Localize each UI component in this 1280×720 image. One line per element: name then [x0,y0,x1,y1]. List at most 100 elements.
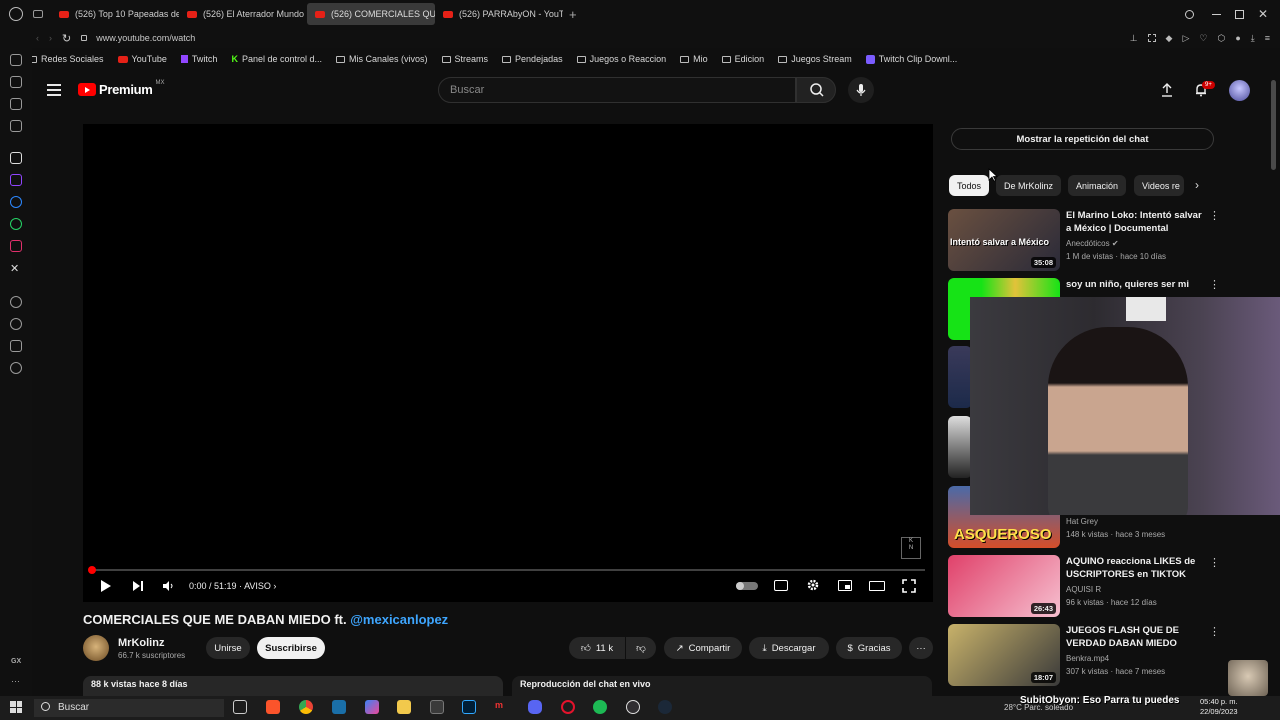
minimize-button[interactable] [1211,13,1221,15]
close-window-button[interactable]: ✕ [1258,7,1268,21]
bookmark-juegos-stream[interactable]: Juegos Stream [778,54,852,64]
bookmark-mis-canales[interactable]: Mis Canales (vivos) [336,54,428,64]
bookmark-youtube[interactable]: YouTube [117,54,167,64]
chip-videos-relacionados[interactable]: Videos re [1134,175,1184,196]
vegas-icon[interactable] [332,700,346,714]
mention-link[interactable]: @mexicanlopez [350,612,448,627]
like-button[interactable]: 👍︎ 11 k [569,637,625,659]
chrome-icon[interactable] [299,700,313,714]
settings-button[interactable] [806,578,820,592]
reload-icon[interactable]: ↻ [62,32,71,45]
steam-icon[interactable] [658,700,672,714]
recommendation-menu-icon[interactable]: ⋮ [1209,625,1220,638]
search-button[interactable] [796,77,836,103]
browser-menu-icon[interactable]: ≡ [1265,33,1270,43]
recommendation-title[interactable]: El Marino Loko: Intentó salvar a México … [1066,209,1202,235]
tab-3-active[interactable]: (526) COMERCIALES QU [307,3,435,25]
tab-2[interactable]: (526) El Aterrador Mundo [179,3,307,25]
join-button[interactable]: Unirse [206,637,250,659]
recommendation-menu-icon[interactable]: ⋮ [1209,209,1220,222]
recommendation-title[interactable]: soy un niño, quieres ser mi amigo? [1066,278,1202,291]
url-field[interactable]: www.youtube.com/watch [96,33,195,43]
tab-4[interactable]: (526) PARRAbyON - YouT [435,3,563,25]
player-icon[interactable]: ▷ [1182,33,1189,44]
recommendation-thumbnail[interactable]: Intentó salvar a México 35:08 [948,209,1060,271]
pin-icon[interactable]: ⊥ [1130,33,1138,44]
channel-watermark[interactable]: KN [901,537,921,559]
chip-animacion[interactable]: Animación [1068,175,1127,196]
recommendation-title[interactable]: JUEGOS FLASH QUE DE VERDAD DABAN MIEDO [1066,624,1202,650]
copilot-icon[interactable] [365,700,379,714]
recommendation-thumbnail[interactable] [948,416,972,478]
recommendation-menu-icon[interactable]: ⋮ [1209,556,1220,569]
bookmark-pendejadas[interactable]: Pendejadas [502,54,563,64]
fullscreen-button[interactable] [902,579,916,593]
show-chat-replay-button[interactable]: Mostrar la repetición del chat [951,128,1214,150]
gx-control-icon[interactable] [10,76,22,88]
live-chat-replay-box[interactable]: Reproducción del chat en vivo [512,676,932,698]
bookmark-mio[interactable]: Mio [680,54,708,64]
player-sidebar-icon[interactable] [10,296,22,308]
opera-gx-taskbar-icon[interactable] [561,700,575,714]
windows-start-icon[interactable] [10,701,22,713]
brave-icon[interactable] [266,700,280,714]
channel-avatar[interactable] [83,635,109,661]
autoplay-toggle[interactable] [736,582,758,590]
description-box[interactable]: 88 k vistas hace 8 días [83,676,503,698]
twitch-sidebar-icon[interactable] [10,174,22,186]
task-view-icon[interactable] [233,700,247,714]
share-button[interactable]: ↗ Compartir [664,637,742,659]
recommendation-thumbnail[interactable]: 18:07 [948,624,1060,686]
thanks-button[interactable]: $ Gracias [836,637,902,659]
discord-icon[interactable] [528,700,542,714]
miniplayer-button[interactable] [838,580,852,591]
theater-mode-button[interactable] [869,581,885,591]
back-icon[interactable]: ‹ [36,33,39,43]
progress-bar[interactable] [91,569,925,571]
shield-icon[interactable]: ◆ [1166,33,1173,44]
volume-button[interactable] [162,580,174,592]
youtube-premium-logo[interactable]: Premium MX [78,80,165,97]
maximize-button[interactable] [1234,9,1244,19]
recommendation-thumbnail[interactable] [948,346,972,408]
bookmark-redes-sociales[interactable]: Redes Sociales [28,54,104,64]
aria-icon[interactable] [10,152,22,164]
settings-gear-icon[interactable] [10,362,22,374]
voice-search-button[interactable] [848,77,874,103]
messenger-icon[interactable] [10,196,22,208]
bookmark-twitch[interactable]: Twitch [180,54,217,64]
bookmark-juegos-reaccion[interactable]: Juegos o Reaccion [576,54,666,64]
file-explorer-icon[interactable] [397,700,411,714]
spotify-icon[interactable] [593,700,607,714]
forward-icon[interactable]: › [49,33,52,43]
more-actions-button[interactable]: ··· [909,637,933,659]
heart-icon[interactable]: ♡ [1199,33,1207,44]
hamburger-menu-icon[interactable] [47,84,61,96]
more-icon[interactable]: ··· [11,676,20,686]
history-icon[interactable] [10,318,22,330]
extensions-icon[interactable]: ⬡ [1217,33,1225,44]
chip-de-mrkolinz[interactable]: De MrKolinz [996,175,1062,196]
snapshot-icon[interactable] [1147,34,1156,42]
bookmark-streams[interactable]: Streams [441,54,488,64]
whatsapp-icon[interactable] [10,218,22,230]
calculator-icon[interactable] [430,700,444,714]
subscribe-button[interactable]: Suscribirse [257,637,325,659]
recommendation-title[interactable]: AQUINO reacciona LIKES de USCRIPTORES en… [1066,555,1202,581]
gx-corner-icon[interactable] [10,98,22,110]
download-icon[interactable]: ⤓ [1251,33,1255,44]
browser-search-icon[interactable] [1184,9,1194,19]
subtitles-button[interactable] [774,580,788,591]
gx-mods-icon[interactable] [10,120,22,132]
bookmark-panel[interactable]: K Panel de control d... [231,54,322,64]
bookmark-twitch-clip[interactable]: Twitch Clip Downl... [865,54,957,64]
chip-todos[interactable]: Todos [949,175,990,196]
ad-label[interactable]: AVISO [244,581,271,591]
tab-strip-icon[interactable] [33,10,43,18]
bookmark-edicion[interactable]: Edicion [721,54,764,64]
recommendation-menu-icon[interactable]: ⋮ [1209,278,1220,291]
tab-1[interactable]: (526) Top 10 Papeadas de [51,3,179,25]
video-player[interactable] [83,124,933,602]
download-button[interactable]: ⤓ Descargar [749,637,829,659]
progress-scrubber[interactable] [88,566,96,574]
